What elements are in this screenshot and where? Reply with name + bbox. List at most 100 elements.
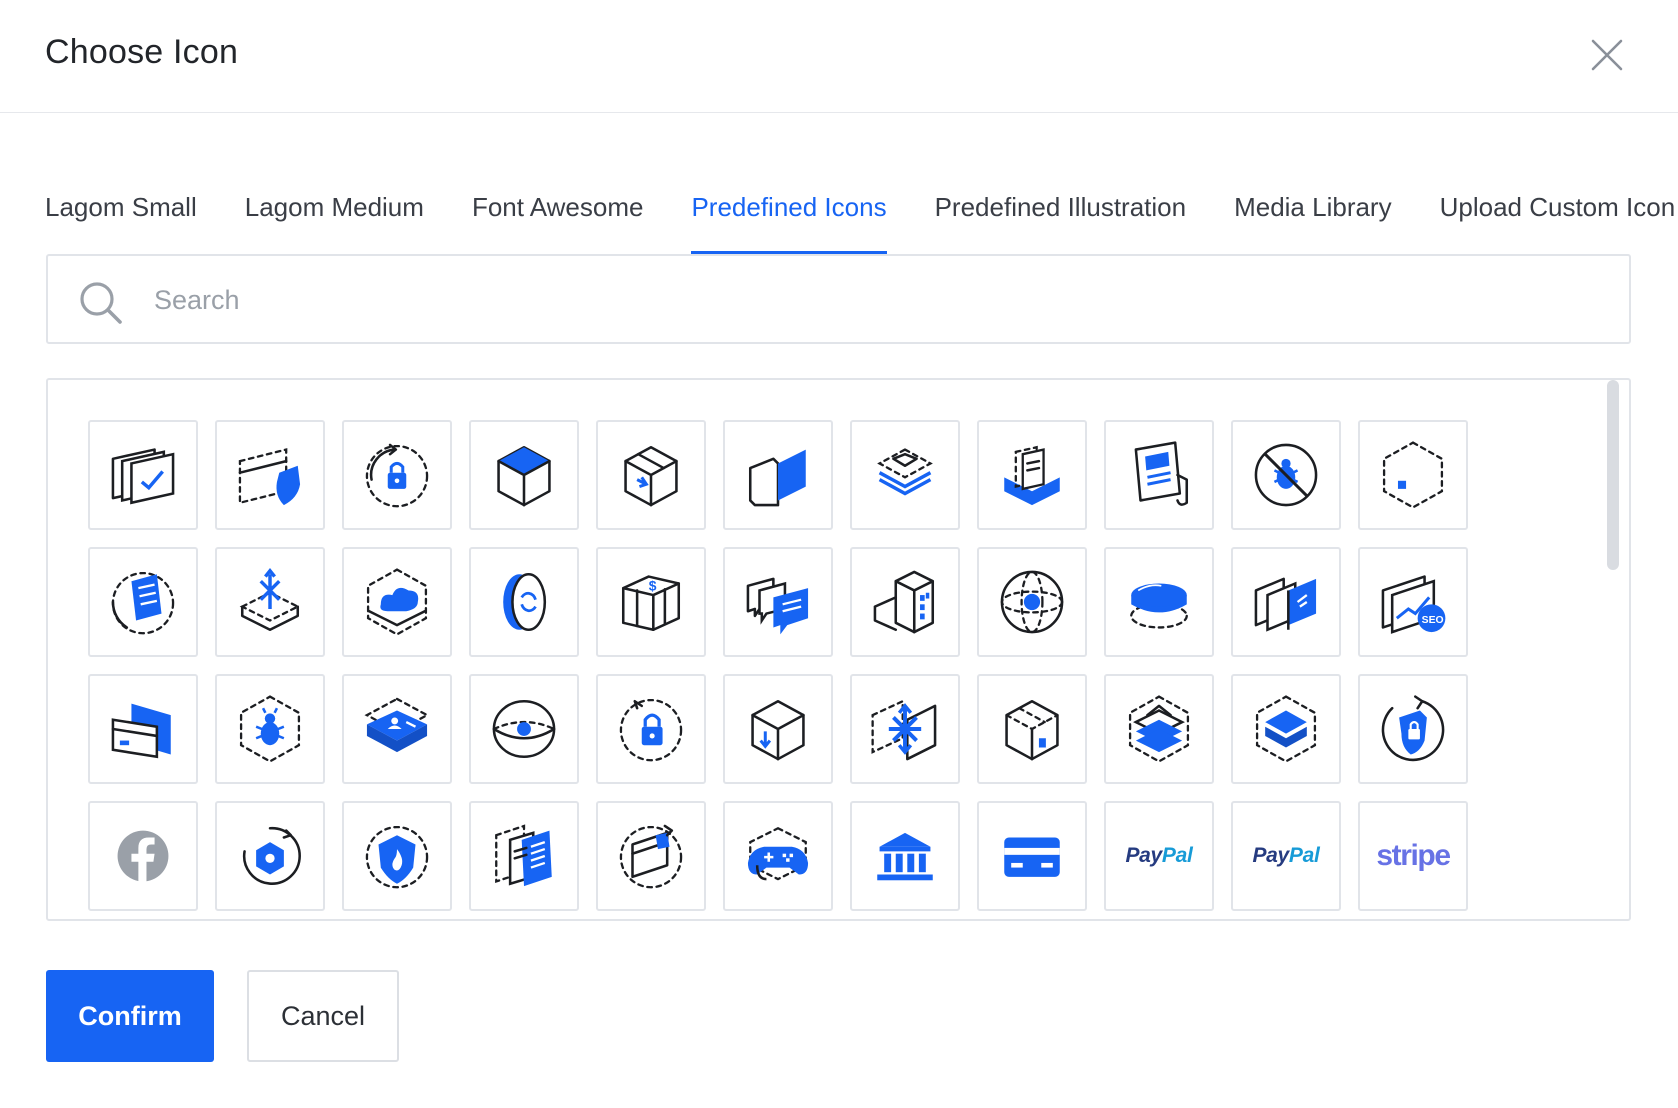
tray-documents-icon — [995, 438, 1069, 512]
icon-tile[interactable] — [215, 801, 325, 911]
icon-tile[interactable] — [1358, 420, 1468, 530]
icon-tile[interactable] — [88, 674, 198, 784]
card-shield-icon — [233, 438, 307, 512]
icon-tile[interactable] — [850, 674, 960, 784]
icon-tile[interactable] — [1104, 420, 1214, 530]
icon-tile[interactable] — [342, 547, 452, 657]
icon-tile[interactable] — [469, 674, 579, 784]
icon-tile[interactable]: PayPal — [1104, 801, 1214, 911]
seo-chart-icon: SEO — [1376, 565, 1450, 639]
tab-predefined-illustration[interactable]: Predefined Illustration — [935, 180, 1186, 254]
icon-tile[interactable]: SEO — [1358, 547, 1468, 657]
tab-font-awesome[interactable]: Font Awesome — [472, 180, 644, 254]
cancel-button[interactable]: Cancel — [247, 970, 399, 1062]
icon-tile[interactable] — [469, 420, 579, 530]
icon-tile[interactable] — [342, 801, 452, 911]
cube-dotted-icon — [995, 692, 1069, 766]
search-input[interactable] — [152, 272, 1596, 328]
disc-sync-icon — [487, 565, 561, 639]
package-arrow-icon — [614, 438, 688, 512]
icon-tile[interactable] — [596, 674, 706, 784]
tab-lagom-small[interactable]: Lagom Small — [45, 180, 197, 254]
paypal-icon: PayPal — [1125, 844, 1193, 867]
newspaper-icon — [1122, 438, 1196, 512]
migration-box-icon — [233, 565, 307, 639]
icon-tile[interactable] — [596, 420, 706, 530]
move-arrows-icon — [868, 692, 942, 766]
icon-tile[interactable]: PayPal — [1231, 801, 1341, 911]
documents-list-icon — [487, 819, 561, 893]
globe-dot-icon — [995, 565, 1069, 639]
icon-tile[interactable] — [850, 420, 960, 530]
paypal-icon: PayPal — [1252, 844, 1320, 867]
icon-tile[interactable] — [215, 674, 325, 784]
stack-hexagon-icon — [1249, 692, 1323, 766]
eye-sphere-icon — [487, 692, 561, 766]
icon-tile[interactable] — [723, 801, 833, 911]
icon-tile[interactable] — [977, 801, 1087, 911]
icon-tile[interactable] — [215, 547, 325, 657]
chat-bubbles-icon — [741, 565, 815, 639]
confirm-button[interactable]: Confirm — [46, 970, 214, 1062]
folder-flag-icon — [741, 438, 815, 512]
tab-upload-custom-icon[interactable]: Upload Custom Icon — [1440, 180, 1676, 254]
dialog-header: Choose Icon — [0, 0, 1678, 113]
icon-tile[interactable] — [723, 547, 833, 657]
box-download-icon — [741, 692, 815, 766]
close-icon[interactable] — [1590, 38, 1624, 72]
icon-tile[interactable] — [215, 420, 325, 530]
stripe-icon: stripe — [1376, 839, 1451, 872]
server-boxes-icon: $ — [614, 565, 688, 639]
icon-tile[interactable] — [1104, 547, 1214, 657]
tab-predefined-icons[interactable]: Predefined Icons — [691, 180, 887, 254]
icon-tile[interactable] — [342, 420, 452, 530]
icon-tile[interactable] — [723, 674, 833, 784]
tab-lagom-medium[interactable]: Lagom Medium — [245, 180, 424, 254]
hexagon-dashed-icon — [1376, 438, 1450, 512]
layers-mail-icon — [868, 438, 942, 512]
icon-tile[interactable] — [88, 801, 198, 911]
icon-tile[interactable] — [1358, 674, 1468, 784]
bug-hexagon-icon — [233, 692, 307, 766]
svg-text:SEO: SEO — [1422, 615, 1444, 626]
icon-tile[interactable] — [88, 420, 198, 530]
icon-tile[interactable]: $ — [596, 547, 706, 657]
icon-tile[interactable] — [1231, 547, 1341, 657]
buildings-icon — [868, 565, 942, 639]
icon-tile[interactable]: stripe — [1358, 801, 1468, 911]
cube-top-icon — [487, 438, 561, 512]
icon-grid-panel: $ SEO PayPal PayPal stripe — [46, 378, 1631, 921]
layers-hexagon-icon — [1122, 692, 1196, 766]
hexagon-cycle-icon — [233, 819, 307, 893]
gamepad-icon — [741, 819, 815, 893]
credit-card-icon — [995, 819, 1069, 893]
icon-source-tabs: Lagom Small Lagom Medium Font Awesome Pr… — [45, 180, 1678, 254]
scrollbar[interactable] — [1607, 380, 1619, 570]
icon-tile[interactable] — [342, 674, 452, 784]
tab-media-library[interactable]: Media Library — [1234, 180, 1392, 254]
window-cycle-icon — [614, 819, 688, 893]
shield-fire-icon — [360, 819, 434, 893]
icon-tile[interactable] — [596, 801, 706, 911]
facebook-icon — [106, 819, 180, 893]
search-box — [46, 254, 1631, 344]
icon-tile[interactable] — [850, 801, 960, 911]
cloud-platform-icon — [360, 565, 434, 639]
transfer-panels-icon — [1249, 565, 1323, 639]
icon-tile[interactable] — [469, 801, 579, 911]
icon-tile[interactable] — [1231, 674, 1341, 784]
document-refresh-icon — [106, 565, 180, 639]
icon-tile[interactable] — [1231, 420, 1341, 530]
icon-tile[interactable] — [469, 547, 579, 657]
icon-tile[interactable] — [977, 674, 1087, 784]
database-disk-icon — [1122, 565, 1196, 639]
icon-tile[interactable] — [850, 547, 960, 657]
choose-icon-dialog: Choose Icon Lagom Small Lagom Medium Fon… — [0, 0, 1678, 1108]
icon-tile[interactable] — [977, 420, 1087, 530]
shield-refresh-icon — [1376, 692, 1450, 766]
icon-tile[interactable] — [723, 420, 833, 530]
no-bug-icon — [1249, 438, 1323, 512]
icon-tile[interactable] — [1104, 674, 1214, 784]
icon-tile[interactable] — [977, 547, 1087, 657]
icon-tile[interactable] — [88, 547, 198, 657]
